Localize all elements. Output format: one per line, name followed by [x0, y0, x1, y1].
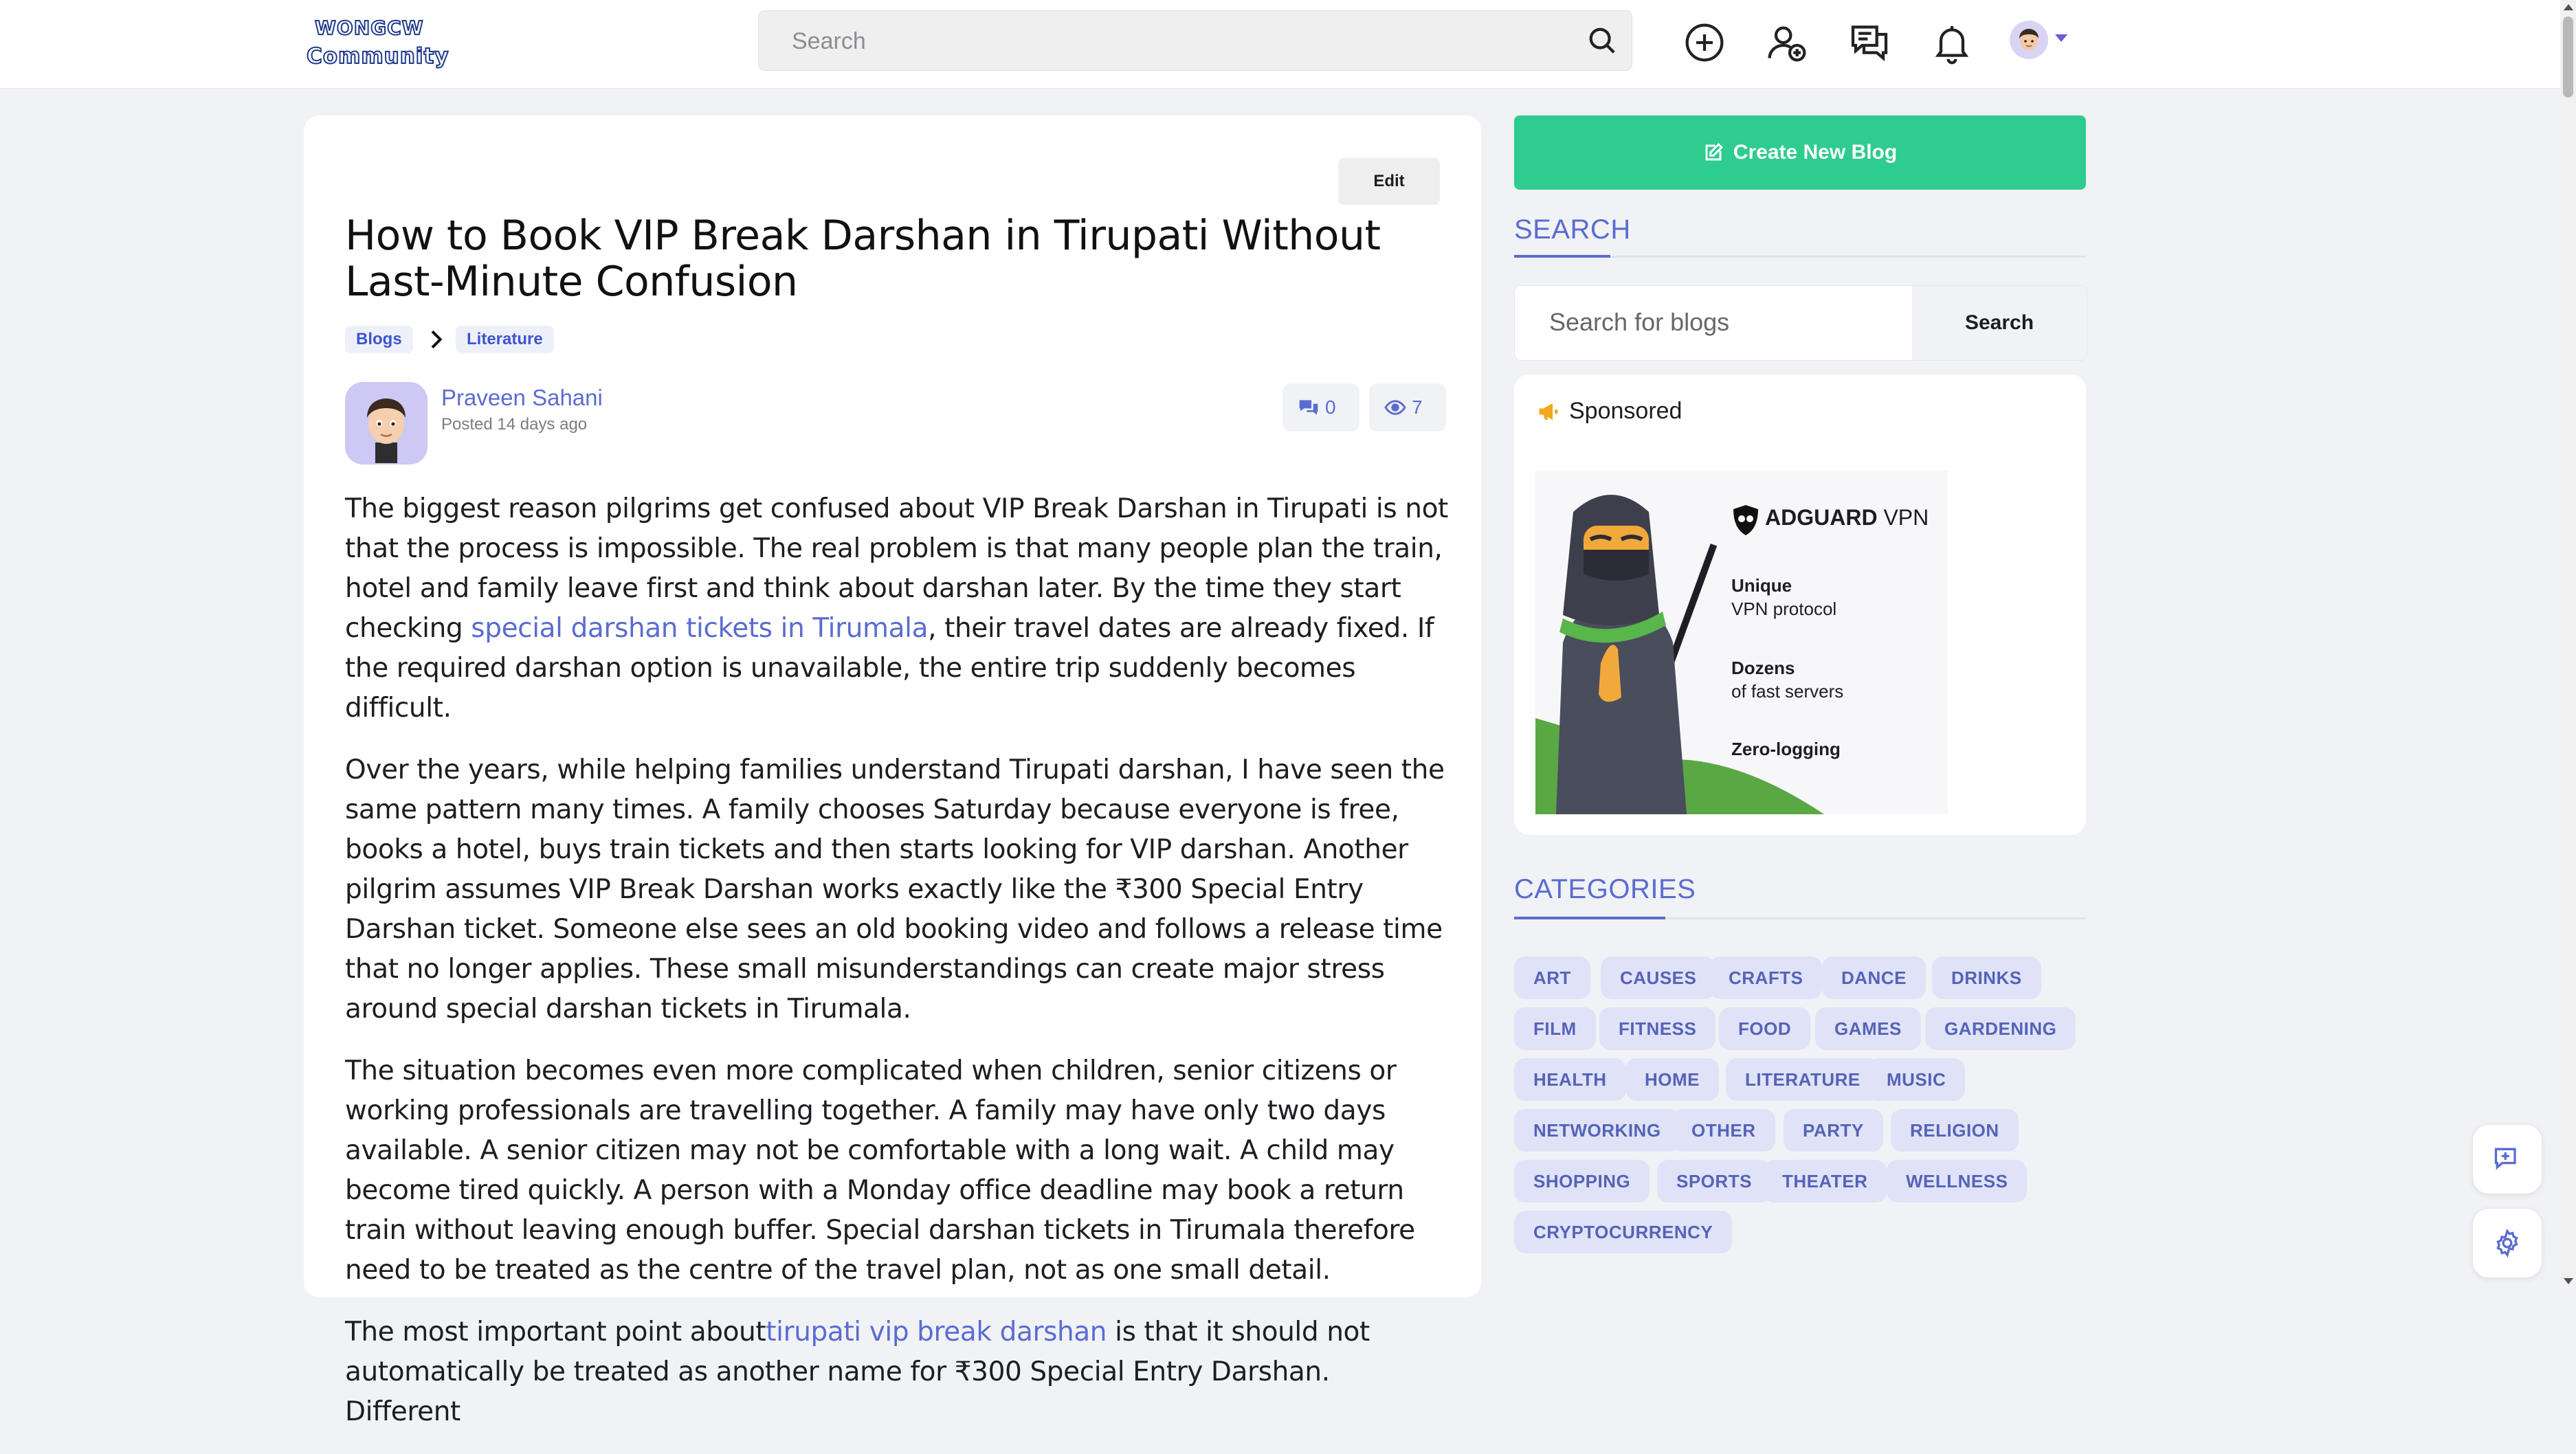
chevron-down-icon[interactable] [2055, 34, 2067, 42]
category-chip-health[interactable]: HEALTH [1514, 1058, 1626, 1101]
author-face-icon [367, 399, 406, 463]
breadcrumb-literature[interactable]: Literature [456, 326, 554, 353]
top-navbar: WONGCW Community [0, 0, 2560, 89]
post-body: The biggest reason pilgrims get confused… [345, 489, 1448, 1454]
scroll-up-arrow-icon[interactable] [2564, 4, 2573, 10]
category-chip-party[interactable]: PARTY [1784, 1109, 1883, 1152]
chevron-right-icon [431, 330, 443, 349]
vip-break-darshan-link[interactable]: tirupati vip break darshan [766, 1317, 1107, 1347]
blog-search-box: Search [1514, 285, 2087, 361]
gear-icon [2496, 1228, 2518, 1258]
views-number: 7 [1412, 396, 1423, 418]
site-logo[interactable]: WONGCW Community [306, 15, 449, 71]
search-section-heading: SEARCH [1514, 214, 2086, 258]
posted-time: Posted 14 days ago [441, 415, 588, 434]
megaphone-icon [1539, 403, 1558, 420]
ad-brand-thin: VPN [1883, 505, 1929, 530]
new-chat-button[interactable] [2472, 1124, 2542, 1194]
messages-icon[interactable] [1847, 21, 1891, 65]
search-heading-text: SEARCH [1514, 214, 1631, 245]
avatar-face-icon [2019, 29, 2039, 50]
search-icon[interactable] [1586, 25, 1618, 56]
category-chip-games[interactable]: GAMES [1815, 1007, 1921, 1050]
post-paragraph: Over the years, while helping families u… [345, 754, 1445, 1025]
ad-feature-title: Unique [1731, 575, 1792, 596]
category-chip-literature[interactable]: LITERATURE [1726, 1058, 1880, 1101]
bell-icon[interactable] [1930, 21, 1974, 65]
edit-button[interactable]: Edit [1338, 158, 1440, 205]
heading-underline [1514, 917, 1665, 919]
special-darshan-link[interactable]: special darshan tickets in Tirumala [471, 613, 928, 644]
ad-brand-bold: ADGUARD [1765, 505, 1878, 530]
category-chip-music[interactable]: MUSIC [1867, 1058, 1966, 1101]
add-circle-icon[interactable] [1683, 21, 1726, 65]
category-chip-drinks[interactable]: DRINKS [1932, 957, 2041, 999]
ad-feature-sub: VPN protocol [1731, 599, 1837, 619]
settings-button[interactable] [2472, 1208, 2542, 1278]
breadcrumb-blogs[interactable]: Blogs [345, 326, 413, 353]
ad-feature-title: Zero-logging [1731, 739, 1841, 759]
category-chip-sports[interactable]: SPORTS [1657, 1160, 1771, 1203]
categories-section-heading: CATEGORIES [1514, 874, 2086, 919]
author-name-link[interactable]: Praveen Sahani [441, 385, 603, 411]
adguard-shield-icon [1733, 505, 1758, 535]
heading-underline [1514, 255, 1610, 258]
views-count: 7 [1369, 383, 1446, 432]
category-chip-food[interactable]: FOOD [1719, 1007, 1811, 1050]
category-chip-religion[interactable]: RELIGION [1891, 1109, 2019, 1152]
ad-brand: ADGUARD VPN [1765, 505, 1929, 530]
category-chip-wellness[interactable]: WELLNESS [1887, 1160, 2028, 1203]
ad-feature-sub: of fast servers [1731, 681, 1844, 702]
category-chip-fitness[interactable]: FITNESS [1599, 1007, 1716, 1050]
scrollbar-thumb[interactable] [2563, 16, 2573, 98]
post-paragraph: The most important point abouttirupati v… [345, 1312, 1448, 1432]
adguard-vpn-ad[interactable]: ADGUARD VPN Unique VPN protocol Dozens o… [1535, 471, 1948, 814]
logo-line-2: Community [306, 43, 449, 69]
category-chip-gardening[interactable]: GARDENING [1925, 1007, 2076, 1050]
category-chip-networking[interactable]: NETWORKING [1514, 1109, 1680, 1152]
category-chip-film[interactable]: FILM [1514, 1007, 1596, 1050]
logo-line-1: WONGCW [314, 16, 424, 40]
add-user-icon[interactable] [1765, 21, 1809, 65]
global-search-input[interactable] [790, 11, 1549, 71]
comment-icon [1299, 400, 1318, 415]
category-chip-causes[interactable]: CAUSES [1601, 957, 1716, 999]
sponsored-label: Sponsored [1569, 398, 1683, 424]
global-search-box [758, 10, 1632, 71]
eye-icon [1384, 400, 1406, 415]
post-paragraph: The situation becomes even more complica… [345, 1055, 1415, 1286]
scroll-down-arrow-icon[interactable] [2564, 1278, 2573, 1284]
categories-heading-text: CATEGORIES [1514, 874, 1696, 904]
paragraph-text: The most important point about [345, 1317, 766, 1347]
user-avatar[interactable] [2010, 21, 2048, 59]
ad-feature-title: Dozens [1731, 658, 1795, 678]
create-new-blog-button[interactable]: Create New Blog [1514, 115, 2086, 190]
chat-plus-icon [2494, 1148, 2516, 1170]
create-new-blog-label: Create New Blog [1733, 141, 1898, 164]
comments-number: 0 [1325, 396, 1336, 418]
category-chip-shopping[interactable]: SHOPPING [1514, 1160, 1650, 1203]
sponsored-card: Sponsored ADGUARD VPN Unique VPN protoco… [1514, 374, 2086, 835]
category-chip-theater[interactable]: THEATER [1763, 1160, 1887, 1203]
comments-count[interactable]: 0 [1283, 383, 1359, 432]
post-paragraph: The biggest reason pilgrims get confused… [345, 489, 1448, 728]
page-scrollbar[interactable] [2560, 0, 2576, 1289]
category-chip-dance[interactable]: DANCE [1822, 957, 1926, 999]
author-avatar[interactable] [345, 382, 428, 465]
category-chip-cryptocurrency[interactable]: CRYPTOCURRENCY [1514, 1211, 1733, 1253]
category-chip-crafts[interactable]: CRAFTS [1709, 957, 1823, 999]
post-title: How to Book VIP Break Darshan in Tirupat… [345, 212, 1381, 306]
blog-search-button[interactable]: Search [1912, 286, 2087, 360]
category-chip-art[interactable]: ART [1514, 957, 1590, 999]
category-chip-other[interactable]: OTHER [1672, 1109, 1775, 1152]
blog-search-input[interactable] [1515, 286, 1912, 359]
edit-icon [1705, 143, 1723, 161]
category-chip-home[interactable]: HOME [1625, 1058, 1719, 1101]
